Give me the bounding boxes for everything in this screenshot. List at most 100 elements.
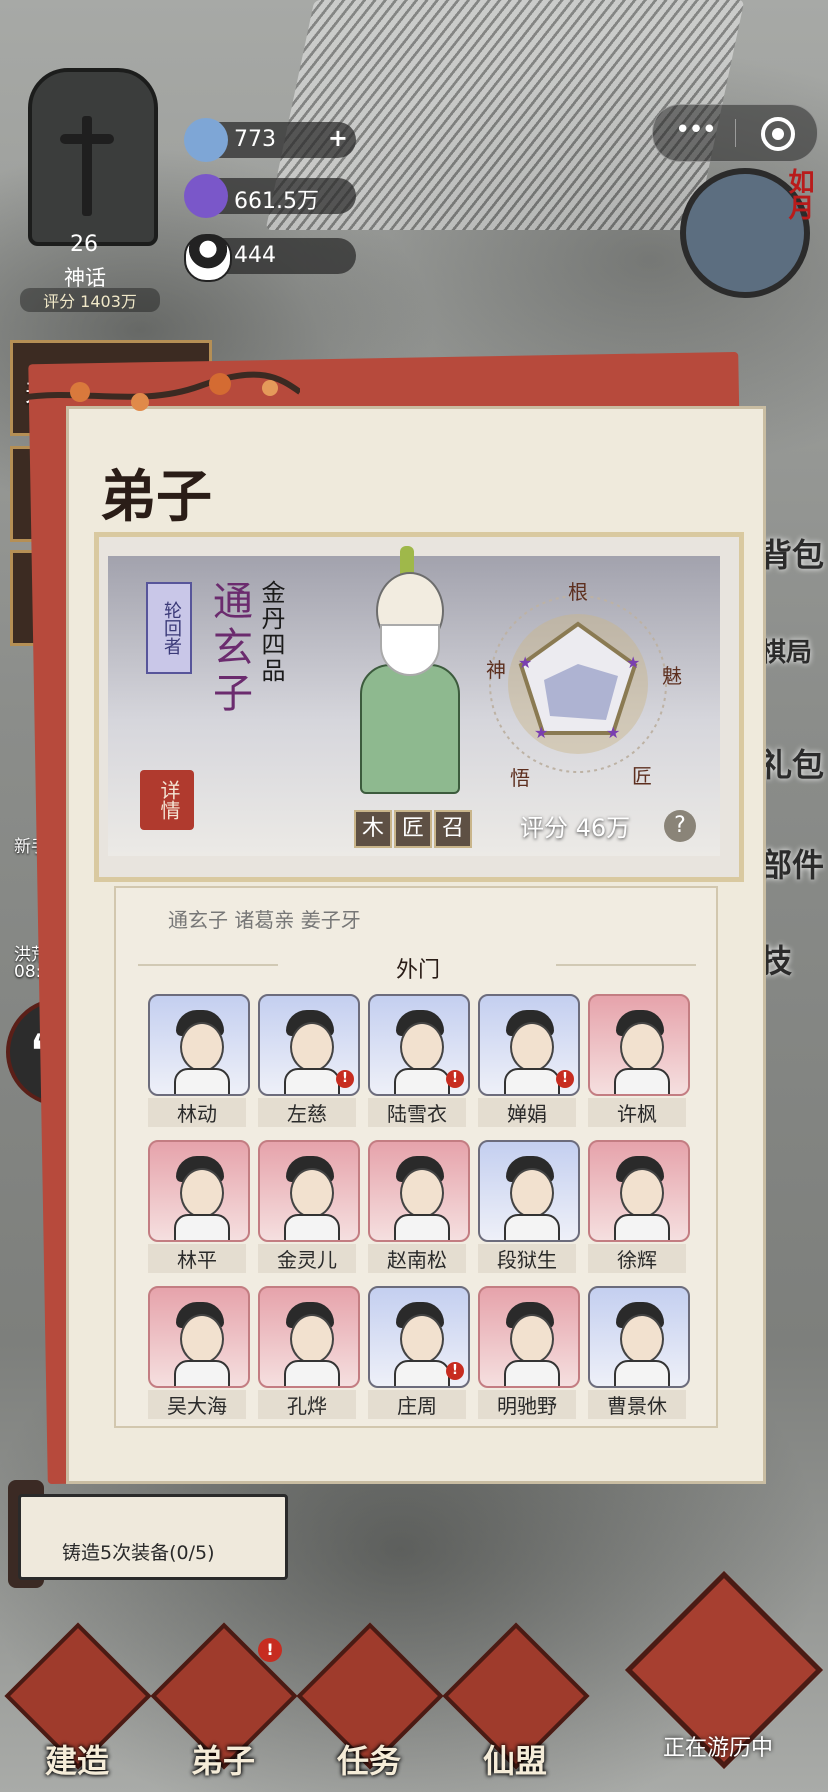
body	[284, 1360, 340, 1386]
details-button[interactable]: 详情	[140, 770, 194, 830]
nav-build[interactable]: 建造	[4, 1622, 152, 1784]
right-tab-parts[interactable]: 部件	[760, 840, 828, 886]
disciple-slot[interactable]	[258, 1140, 360, 1242]
disciple-slot[interactable]	[148, 994, 250, 1096]
nav-tasks[interactable]: 任务	[296, 1622, 444, 1784]
disciple-name: 赵南松	[368, 1244, 466, 1273]
body	[504, 1068, 560, 1094]
face	[510, 1168, 554, 1218]
quest-text: 铸造5次装备(0/5)	[62, 1542, 215, 1564]
disciple-name: 徐辉	[588, 1244, 686, 1273]
robe	[360, 664, 460, 794]
body	[174, 1214, 230, 1240]
body	[284, 1068, 340, 1094]
shield-icon	[28, 68, 158, 246]
disciple-slot[interactable]	[368, 1140, 470, 1242]
disciple-slot[interactable]	[478, 1286, 580, 1388]
face	[620, 1022, 664, 1072]
alert-badge: !	[446, 1362, 464, 1380]
face	[400, 1168, 444, 1218]
currency-value: 773	[234, 127, 276, 152]
currency-crystal[interactable]: 661.5万	[184, 174, 356, 218]
disciple-name: 左慈	[258, 1098, 356, 1127]
calendar-label: 如月	[784, 168, 814, 220]
attribute-radar: ★ ★ ★ ★ 根 魅 匠 悟 神	[478, 580, 682, 790]
disciple-slot[interactable]	[588, 1286, 690, 1388]
yin-yang-icon	[184, 234, 232, 282]
nav-label: 建造	[44, 1742, 109, 1780]
body	[614, 1068, 670, 1094]
plum-branch-decoration	[20, 371, 300, 411]
reincarnation-badge: 轮回者	[146, 582, 192, 674]
disciple-slot[interactable]	[588, 1140, 690, 1242]
body	[614, 1360, 670, 1386]
quest-scroll[interactable]	[18, 1494, 288, 1580]
disciple-slot[interactable]: !	[258, 994, 360, 1096]
capsule-divider	[735, 119, 736, 147]
disciple-name: 林平	[148, 1244, 246, 1273]
disciple-name: 段狱生	[478, 1244, 576, 1273]
body	[394, 1360, 450, 1386]
disciple-slot[interactable]	[588, 994, 690, 1096]
disciple-slot[interactable]: !	[368, 1286, 470, 1388]
body	[174, 1360, 230, 1386]
right-tab-bag[interactable]: 背包	[760, 530, 828, 576]
player-score: 评分 1403万	[20, 288, 160, 312]
alert-badge: !	[446, 1070, 464, 1088]
disciple-slot[interactable]	[148, 1286, 250, 1388]
currency-yin-yang[interactable]: 444	[184, 234, 356, 282]
scrolled-row-names: 通玄子 诸葛亲 姜子牙	[168, 908, 361, 932]
disciple-name: 陆雪衣	[368, 1098, 466, 1127]
face	[400, 1022, 444, 1072]
right-tab-gift[interactable]: 礼包	[760, 740, 828, 786]
disciple-slot[interactable]: !	[368, 994, 470, 1096]
target-icon[interactable]	[761, 117, 795, 151]
alert-badge: !	[258, 1638, 282, 1662]
disciple-portrait	[338, 546, 478, 808]
disciple-name: 许枫	[588, 1098, 686, 1127]
body	[614, 1214, 670, 1240]
featured-disciple-name: 通玄子	[206, 580, 252, 718]
player-level: 26	[70, 232, 98, 257]
more-button[interactable]: •••	[675, 115, 717, 145]
disciple-name: 庄周	[368, 1390, 466, 1419]
sword-icon	[60, 116, 114, 216]
add-currency-button[interactable]: +	[328, 124, 348, 152]
nav-label: 仙盟	[482, 1742, 547, 1780]
disciple-slot[interactable]	[258, 1286, 360, 1388]
section-title: 外门	[396, 958, 441, 983]
spirit-stone-icon	[184, 118, 228, 162]
radar-label-root: 根	[568, 580, 588, 604]
travel-button[interactable]: 正在游历中	[618, 1571, 823, 1780]
right-tab-skill[interactable]: 技	[760, 936, 828, 982]
right-tab-chess[interactable]: 棋局	[760, 632, 828, 669]
currency-value: 444	[234, 243, 276, 268]
radar-label-insight: 悟	[510, 766, 530, 790]
disciple-name: 明驰野	[478, 1390, 576, 1419]
face	[510, 1022, 554, 1072]
star-icon: ★	[518, 653, 532, 672]
alert-badge: !	[336, 1070, 354, 1088]
disciple-slot[interactable]: !	[478, 994, 580, 1096]
disciple-name: 林动	[148, 1098, 246, 1127]
radar-label-charm: 魅	[662, 664, 682, 688]
face	[400, 1314, 444, 1364]
nav-alliance[interactable]: 仙盟	[442, 1622, 590, 1784]
help-button[interactable]: ?	[664, 810, 696, 842]
currency-spirit-stone[interactable]: 773 +	[184, 118, 356, 162]
face	[180, 1168, 224, 1218]
nav-disciples[interactable]: ! 弟子	[150, 1622, 298, 1784]
face	[290, 1168, 334, 1218]
star-icon: ★	[626, 653, 640, 672]
radar-chart: ★ ★ ★ ★	[489, 595, 667, 773]
nav-label: 弟子	[190, 1742, 255, 1780]
disciple-slot[interactable]	[148, 1140, 250, 1242]
body	[284, 1214, 340, 1240]
face	[290, 1022, 334, 1072]
body	[504, 1214, 560, 1240]
face	[180, 1314, 224, 1364]
panel-title: 弟子	[100, 464, 212, 530]
crystal-icon	[184, 174, 228, 218]
disciple-name: 金灵儿	[258, 1244, 356, 1273]
disciple-slot[interactable]	[478, 1140, 580, 1242]
